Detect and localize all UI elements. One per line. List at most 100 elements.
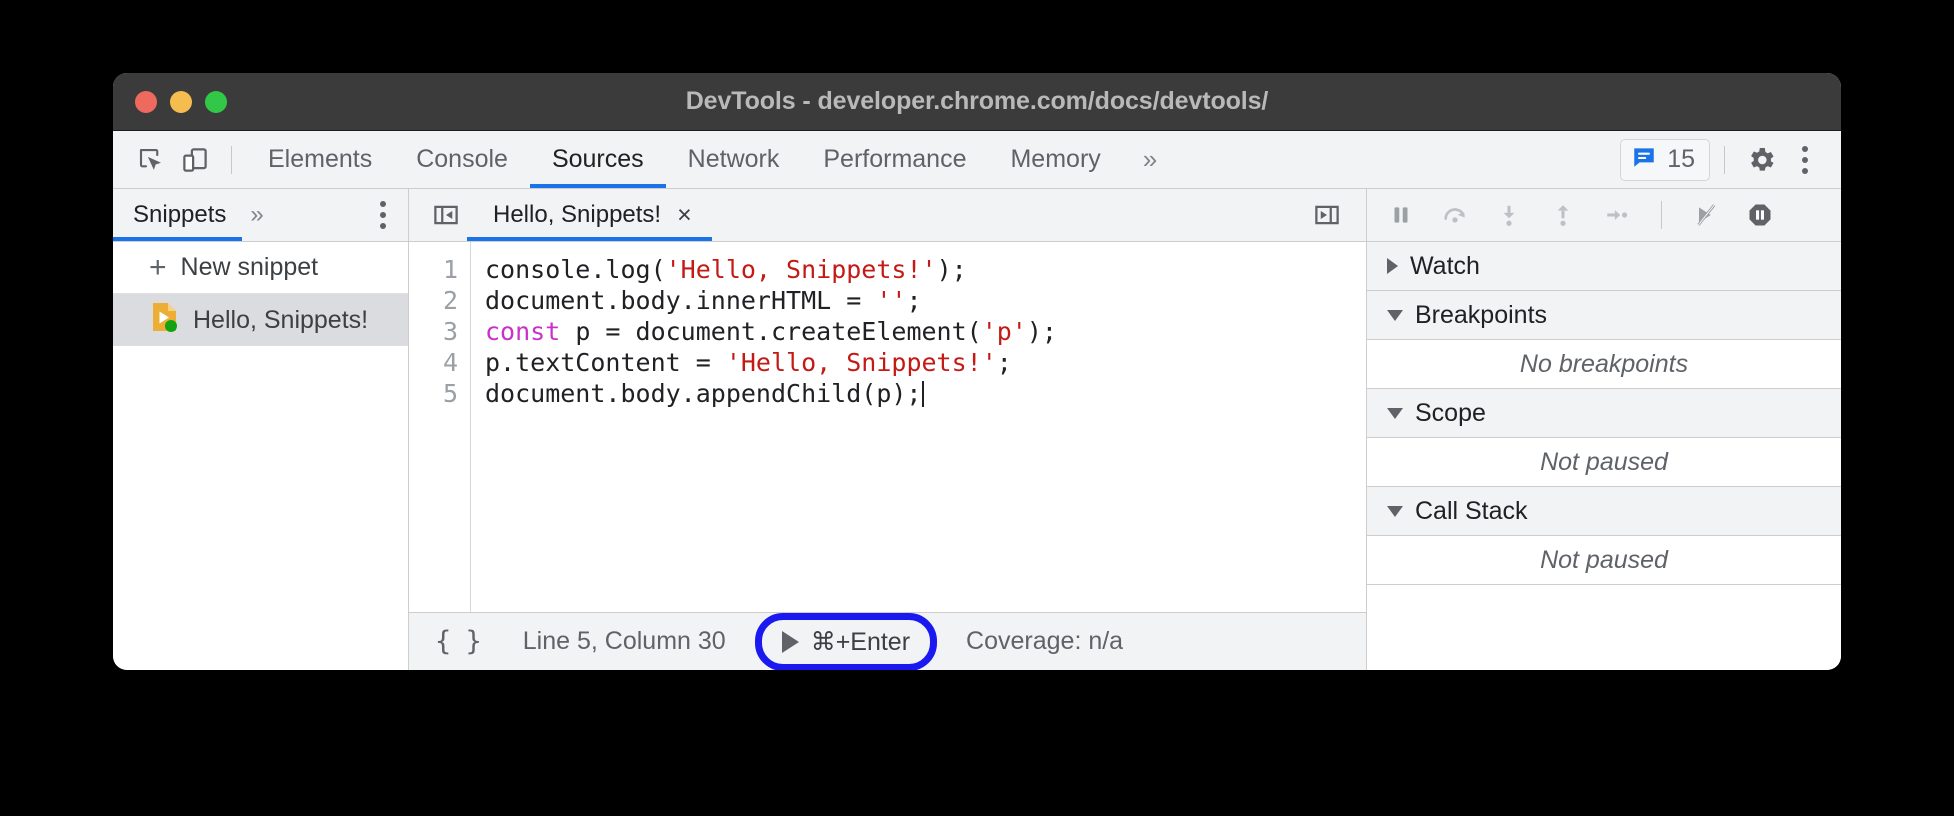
code-line[interactable]: const p = document.createElement('p'); xyxy=(485,316,1366,347)
line-number-gutter: 1 2 3 4 5 xyxy=(409,242,471,612)
cursor-position: Line 5, Column 30 xyxy=(523,627,726,656)
code-editor[interactable]: 1 2 3 4 5 console.log('Hello, Snippets!'… xyxy=(409,242,1366,612)
panel-tab-list: Elements Console Sources Network Perform… xyxy=(246,131,1177,188)
navigator-pane: Snippets » + New snippet xyxy=(113,189,409,670)
run-snippet-button[interactable]: ⌘+Enter xyxy=(768,624,924,660)
step-into-next-function-call-icon[interactable] xyxy=(1485,194,1533,236)
code-token: document.body.appendChild(p); xyxy=(485,379,922,408)
code-token: const xyxy=(485,317,560,346)
coverage-status: Coverage: n/a xyxy=(966,627,1123,656)
line-number: 2 xyxy=(409,285,470,316)
snippet-file-icon xyxy=(151,302,179,339)
tab-sources[interactable]: Sources xyxy=(530,131,666,188)
nav-tab-snippets[interactable]: Snippets xyxy=(113,189,242,241)
line-number: 5 xyxy=(409,378,470,409)
code-token: ); xyxy=(1027,317,1057,346)
window-title: DevTools - developer.chrome.com/docs/dev… xyxy=(113,87,1841,116)
kebab-menu-icon[interactable] xyxy=(1783,140,1827,180)
devtools-window: DevTools - developer.chrome.com/docs/dev… xyxy=(113,73,1841,670)
code-token: p = document.createElement( xyxy=(560,317,981,346)
messages-badge[interactable]: 15 xyxy=(1620,139,1710,181)
toolbar-divider xyxy=(231,146,232,174)
editor-file-tab-label: Hello, Snippets! xyxy=(493,201,661,229)
code-line[interactable]: document.body.appendChild(p); xyxy=(485,378,1366,409)
run-snippet-area: ⌘+Enter xyxy=(768,624,924,660)
section-title: Call Stack xyxy=(1415,497,1528,526)
show-debugger-sidebar-icon[interactable] xyxy=(1306,196,1348,234)
device-toolbar-icon[interactable] xyxy=(173,140,217,180)
code-token: 'p' xyxy=(982,317,1027,346)
breakpoints-empty-message: No breakpoints xyxy=(1367,340,1841,389)
gear-icon[interactable] xyxy=(1739,140,1783,180)
run-shortcut-label: ⌘+Enter xyxy=(811,627,910,657)
pause-script-execution-icon[interactable] xyxy=(1377,194,1425,236)
list-item[interactable]: Hello, Snippets! xyxy=(113,294,408,346)
play-icon xyxy=(782,631,799,653)
navigator-kebab-menu-icon[interactable] xyxy=(380,201,386,229)
minimize-window-button[interactable] xyxy=(170,91,192,113)
code-token: p.textContent = xyxy=(485,348,726,377)
editor-pane: Hello, Snippets! × 1 2 xyxy=(409,189,1367,670)
debugger-sidebar: Watch Breakpoints No breakpoints Scope N… xyxy=(1367,189,1841,670)
pretty-print-button[interactable]: { } xyxy=(435,626,481,657)
line-number: 3 xyxy=(409,316,470,347)
tab-console[interactable]: Console xyxy=(394,131,530,188)
code-lines[interactable]: console.log('Hello, Snippets!');document… xyxy=(471,242,1366,612)
call-stack-empty-message: Not paused xyxy=(1367,536,1841,585)
code-token: document.body.innerHTML = xyxy=(485,286,876,315)
code-line[interactable]: p.textContent = 'Hello, Snippets!'; xyxy=(485,347,1366,378)
toolbar-right-actions: 15 xyxy=(1620,131,1827,188)
tab-elements[interactable]: Elements xyxy=(246,131,394,188)
editor-file-tab[interactable]: Hello, Snippets! × xyxy=(467,189,712,241)
step-icon[interactable] xyxy=(1593,194,1641,236)
section-title: Scope xyxy=(1415,399,1486,428)
new-snippet-button[interactable]: + New snippet xyxy=(113,242,408,294)
message-bubble-icon xyxy=(1631,144,1657,175)
plus-icon: + xyxy=(149,253,167,283)
code-token: '' xyxy=(876,286,906,315)
devtools-main-toolbar: Elements Console Sources Network Perform… xyxy=(113,131,1841,189)
navigator-more-tabs-icon[interactable]: » xyxy=(242,189,271,241)
close-window-button[interactable] xyxy=(135,91,157,113)
text-cursor xyxy=(922,381,924,407)
collapse-navigator-icon[interactable] xyxy=(425,196,467,234)
devtools-body: Snippets » + New snippet xyxy=(113,189,1841,670)
section-header-call-stack[interactable]: Call Stack xyxy=(1367,487,1841,536)
tab-performance[interactable]: Performance xyxy=(801,131,988,188)
chevron-down-icon xyxy=(1387,408,1403,419)
pause-on-exceptions-icon[interactable] xyxy=(1736,194,1784,236)
deactivate-breakpoints-icon[interactable] xyxy=(1682,194,1730,236)
editor-tab-bar: Hello, Snippets! × xyxy=(409,189,1366,242)
code-token: console.log( xyxy=(485,255,666,284)
chevron-down-icon xyxy=(1387,506,1403,517)
window-traffic-lights xyxy=(135,91,227,113)
code-token: ; xyxy=(906,286,921,315)
code-line[interactable]: console.log('Hello, Snippets!'); xyxy=(485,254,1366,285)
step-out-of-current-function-icon[interactable] xyxy=(1539,194,1587,236)
more-tabs-icon[interactable]: » xyxy=(1123,131,1177,188)
section-header-breakpoints[interactable]: Breakpoints xyxy=(1367,291,1841,340)
navigator-tab-bar: Snippets » xyxy=(113,189,408,242)
step-over-next-function-call-icon[interactable] xyxy=(1431,194,1479,236)
code-token: 'Hello, Snippets!' xyxy=(726,348,997,377)
code-token: ); xyxy=(937,255,967,284)
section-title: Breakpoints xyxy=(1415,301,1547,330)
debugger-controls-toolbar xyxy=(1367,189,1841,242)
messages-count: 15 xyxy=(1667,145,1695,174)
tab-network[interactable]: Network xyxy=(666,131,802,188)
maximize-window-button[interactable] xyxy=(205,91,227,113)
code-line[interactable]: document.body.innerHTML = ''; xyxy=(485,285,1366,316)
code-token: ; xyxy=(997,348,1012,377)
code-token: 'Hello, Snippets!' xyxy=(666,255,937,284)
section-header-scope[interactable]: Scope xyxy=(1367,389,1841,438)
editor-status-bar: { } Line 5, Column 30 ⌘+Enter Coverage: … xyxy=(409,612,1366,670)
section-header-watch[interactable]: Watch xyxy=(1367,242,1841,291)
screenshot-root: DevTools - developer.chrome.com/docs/dev… xyxy=(0,0,1954,816)
inspect-element-icon[interactable] xyxy=(129,140,173,180)
tab-memory[interactable]: Memory xyxy=(988,131,1122,188)
chevron-down-icon xyxy=(1387,310,1403,321)
line-number: 1 xyxy=(409,254,470,285)
toolbar-divider-2 xyxy=(1724,146,1725,174)
close-icon[interactable]: × xyxy=(677,203,692,228)
new-snippet-label: New snippet xyxy=(181,253,319,282)
